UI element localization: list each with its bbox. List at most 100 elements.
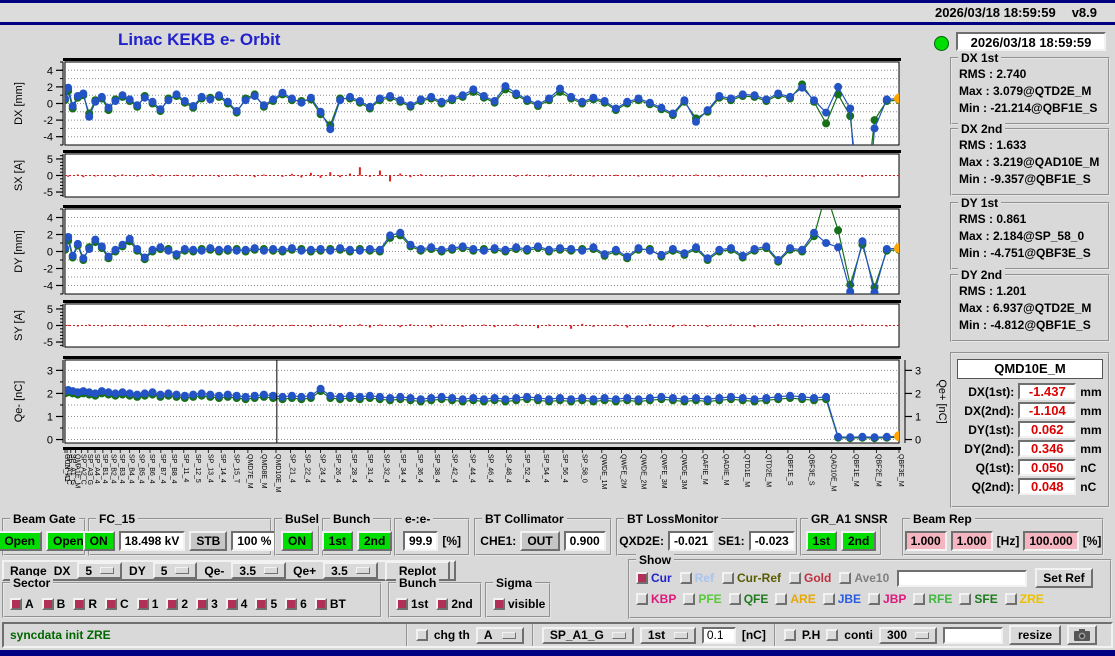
svg-text:DX [mm]: DX [mm] (13, 82, 25, 125)
sector-item-2: 2 (166, 597, 188, 611)
busel-on-button[interactable]: ON (281, 531, 313, 551)
sector-5-checkbox[interactable] (255, 598, 268, 610)
snapshot-button[interactable] (1067, 625, 1097, 645)
fc-15-stb-button[interactable]: STB (189, 531, 228, 551)
sector-item-4: 4 (225, 597, 247, 611)
dropdown-indicator-icon (501, 631, 516, 639)
bunch-2nd-checkbox[interactable] (436, 598, 449, 610)
svg-text:0: 0 (47, 247, 53, 259)
sector-c-checkbox[interactable] (105, 598, 118, 610)
sector-2-checkbox[interactable] (166, 598, 179, 610)
show-zre-checkbox[interactable] (1004, 593, 1017, 605)
bt-collimator-value: 0.900 (563, 531, 606, 551)
sector-r-checkbox[interactable] (73, 598, 86, 610)
svg-text:2: 2 (47, 388, 53, 400)
stat-row: Max : 3.079@QTD2E_M (959, 84, 1092, 98)
svg-text:SP_11_4: SP_11_4 (182, 454, 189, 482)
reference-file-input[interactable] (897, 569, 1028, 587)
resize-button[interactable]: resize (1008, 625, 1061, 645)
svg-text:SP_58_0: SP_58_0 (580, 454, 587, 483)
svg-text:SP_B4_4: SP_B4_4 (128, 454, 135, 484)
group-title: BT Collimator (482, 512, 567, 526)
stats-box-title: DY 1st (958, 196, 1002, 210)
svg-text:SY [A]: SY [A] (13, 310, 25, 341)
show-kbp-checkbox[interactable] (636, 593, 648, 605)
ph-checkbox[interactable] (783, 629, 796, 641)
svg-text:0: 0 (47, 171, 53, 183)
bunch-1st-checkbox[interactable] (396, 598, 408, 610)
stat-row: Max : 6.937@QTD2E_M (959, 301, 1092, 315)
bunch-dropdown[interactable]: 1st (639, 626, 696, 644)
sector-2-label: 2 (181, 597, 189, 611)
range-dx-value: 5 (85, 563, 93, 578)
sigma-item-visible: visible (493, 597, 545, 611)
sector-6-checkbox[interactable] (285, 598, 298, 610)
show-jbe-checkbox[interactable] (822, 593, 835, 605)
svg-text:SP_44_4: SP_44_4 (468, 454, 475, 483)
show-gold-checkbox[interactable] (789, 572, 802, 584)
sector-a-label: A (25, 597, 34, 611)
show-qfe-checkbox[interactable] (728, 593, 741, 605)
svg-text:SP_54_4: SP_54_4 (542, 454, 549, 483)
stats-box-title: DX 2nd (958, 122, 1006, 136)
sector-bt-checkbox[interactable] (314, 598, 327, 610)
svg-text:QTD1E_M: QTD1E_M (743, 454, 750, 487)
chg-th-checkbox[interactable] (415, 629, 428, 641)
fc-15-on-button[interactable]: ON (82, 531, 115, 551)
bunch-2nd-button[interactable]: 2nd (357, 531, 393, 551)
show-item-ref: Ref (679, 571, 714, 585)
group-title: GR_A1 SNSR (808, 512, 891, 526)
show-are-checkbox[interactable] (775, 593, 788, 605)
sector-1-checkbox[interactable] (136, 598, 149, 610)
conti-checkbox[interactable] (826, 629, 839, 641)
chg-sector-dropdown[interactable]: A (475, 626, 524, 644)
sector-4-checkbox[interactable] (225, 598, 238, 610)
show-rfe-checkbox[interactable] (913, 593, 926, 605)
stat-row: Min : -4.751@QBF3E_S (959, 246, 1091, 260)
range-dy-dropdown[interactable]: 5 (152, 562, 198, 579)
sector-r-label: R (88, 597, 98, 611)
sigma-visible-checkbox[interactable] (493, 598, 505, 610)
show-ave10-checkbox[interactable] (839, 572, 852, 584)
show-ref-checkbox[interactable] (679, 572, 692, 584)
bt-collimator-out-button[interactable]: OUT (520, 531, 560, 551)
group-beam-gate: Beam Gate Open Open (0, 512, 91, 556)
beam-rep-label: [%] (1082, 534, 1102, 548)
svg-text:SP_15_T: SP_15_T (232, 454, 239, 484)
sector-b-checkbox[interactable] (41, 598, 54, 610)
svg-text:QAFIE_M: QAFIE_M (701, 454, 708, 485)
interval-input[interactable] (942, 626, 1003, 644)
svg-text:SP_B2_4: SP_B2_4 (109, 454, 116, 484)
bunch-1st-button[interactable]: 1st (321, 531, 353, 551)
interval-dropdown[interactable]: 300 (878, 626, 937, 644)
device-dropdown[interactable]: SP_A1_G (541, 626, 634, 644)
show-item-kbp: KBP (636, 592, 676, 606)
sector-c-label: C (120, 597, 129, 611)
sector-3-checkbox[interactable] (196, 598, 209, 610)
svg-text:SP_B5_4: SP_B5_4 (138, 454, 145, 484)
monitor-rows: DX(1st): -1.437 mm DX(2nd): -1.104 mm DY(1st):… (955, 383, 1105, 495)
stats-box-dx-2nd: DX 2nd RMS : 1.633 Max : 3.219@QAD10E_M Min… (950, 122, 1110, 196)
monitor-row-label: DX(2nd): (964, 403, 1015, 418)
sector-group-title: Sector (10, 576, 54, 590)
gr-a1-snsr-2nd-button[interactable]: 2nd (841, 531, 877, 551)
show-pfe-checkbox[interactable] (683, 593, 696, 605)
sector-a-checkbox[interactable] (10, 598, 22, 610)
show-cur-checkbox[interactable] (636, 572, 648, 584)
monitor-panel: QMD10E_M DX(1st): -1.437 mm DX(2nd): -1.104 m… (950, 352, 1110, 508)
range-dx-dropdown[interactable]: 5 (77, 562, 123, 579)
sx-plot-svg: 5 0 -5 SX [A] (13, 150, 901, 199)
show-are-label: ARE (790, 592, 816, 606)
range-qem-dropdown[interactable]: 3.5 (231, 562, 287, 579)
gr-a1-snsr-1st-button[interactable]: 1st (805, 531, 837, 551)
set-ref-button[interactable]: Set Ref (1035, 568, 1093, 588)
stats-box-dx-1st: DX 1st RMS : 2.740 Max : 3.079@QTD2E_M Min … (950, 51, 1110, 125)
show-jbp-checkbox[interactable] (868, 593, 881, 605)
show-cur-ref-checkbox[interactable] (722, 572, 735, 584)
threshold-input[interactable] (701, 626, 736, 644)
stats-box-dy-2nd: DY 2nd RMS : 1.201 Max : 6.937@QTD2E_M Min … (950, 268, 1110, 342)
show-sfe-checkbox[interactable] (959, 593, 972, 605)
range-qep-dropdown[interactable]: 3.5 (323, 562, 378, 579)
beam-gate-open-button[interactable]: Open (0, 531, 42, 551)
group-fc-15: FC_15 ON 18.498 kV STB 100 % (82, 512, 278, 556)
